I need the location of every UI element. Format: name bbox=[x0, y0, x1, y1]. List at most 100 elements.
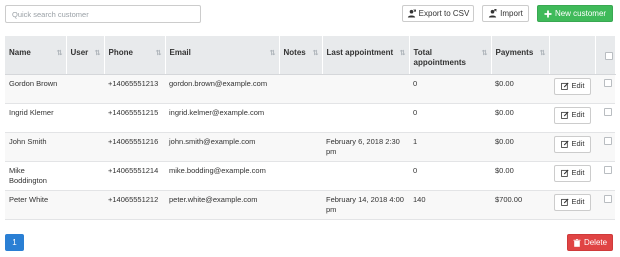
cell-last-appointment: February 14, 2018 4:00 pm bbox=[322, 190, 409, 220]
cell-total-appointments: 0 bbox=[409, 161, 491, 191]
column-header-notes[interactable]: Notes ⇅ bbox=[279, 36, 323, 75]
user-import-icon bbox=[489, 9, 497, 18]
cell-last-appointment bbox=[322, 161, 409, 191]
edit-icon bbox=[560, 140, 569, 148]
cell-name: Mike Boddington bbox=[5, 161, 66, 191]
cell-last-appointment bbox=[322, 74, 409, 104]
table-header-row: Name ⇅ User ⇅ Phone ⇅ Email ⇅ Notes ⇅ Last ap… bbox=[5, 36, 616, 75]
column-header-name[interactable]: Name ⇅ bbox=[5, 36, 67, 75]
export-csv-button[interactable]: Export to CSV bbox=[402, 5, 474, 22]
cell-select bbox=[595, 74, 615, 104]
edit-icon bbox=[560, 111, 569, 119]
edit-button[interactable]: Edit bbox=[554, 164, 591, 182]
cell-user bbox=[66, 190, 104, 220]
cell-total-appointments: 0 bbox=[409, 103, 491, 133]
table-row: Peter White +14065551212 peter.white@exa… bbox=[5, 190, 615, 220]
new-customer-label: New customer bbox=[554, 9, 607, 18]
column-header-last-appointment[interactable]: Last appointment ⇅ bbox=[322, 36, 410, 75]
edit-button[interactable]: Edit bbox=[554, 106, 591, 124]
edit-button[interactable]: Edit bbox=[554, 135, 591, 153]
sort-icon: ⇅ bbox=[269, 50, 276, 57]
cell-user bbox=[66, 103, 104, 133]
cell-notes bbox=[279, 190, 322, 220]
row-checkbox[interactable] bbox=[604, 194, 612, 203]
cell-name: John Smith bbox=[5, 132, 66, 162]
search-input[interactable] bbox=[5, 5, 201, 23]
edit-label: Edit bbox=[571, 139, 585, 148]
cell-actions: Edit bbox=[549, 190, 595, 220]
edit-button[interactable]: Edit bbox=[554, 193, 591, 211]
column-header-email[interactable]: Email ⇅ bbox=[165, 36, 280, 75]
column-header-total-appointments[interactable]: Total appointments ⇅ bbox=[409, 36, 492, 75]
cell-phone: +14065551215 bbox=[104, 103, 165, 133]
cell-total-appointments: 1 bbox=[409, 132, 491, 162]
cell-select bbox=[595, 132, 615, 162]
sort-icon: ⇅ bbox=[155, 50, 162, 57]
cell-user bbox=[66, 161, 104, 191]
cell-name: Gordon Brown bbox=[5, 74, 66, 104]
select-all-checkbox[interactable] bbox=[604, 52, 613, 60]
plus-icon bbox=[544, 10, 552, 17]
cell-notes bbox=[279, 132, 322, 162]
column-header-actions bbox=[549, 36, 596, 75]
sort-icon: ⇅ bbox=[539, 50, 546, 57]
cell-email: ingrid.kelmer@example.com bbox=[165, 103, 279, 133]
cell-name: Ingrid Klemer bbox=[5, 103, 66, 133]
edit-icon bbox=[560, 198, 569, 206]
new-customer-button[interactable]: New customer bbox=[537, 5, 613, 22]
cell-payments: $0.00 bbox=[491, 103, 549, 133]
cell-user bbox=[66, 132, 104, 162]
cell-email: peter.white@example.com bbox=[165, 190, 279, 220]
cell-select bbox=[595, 190, 615, 220]
cell-phone: +14065551212 bbox=[104, 190, 165, 220]
column-header-payments[interactable]: Payments ⇅ bbox=[491, 36, 550, 75]
column-header-email-label: Email bbox=[169, 48, 191, 57]
cell-phone: +14065551216 bbox=[104, 132, 165, 162]
sort-icon: ⇅ bbox=[481, 50, 488, 57]
cell-total-appointments: 0 bbox=[409, 74, 491, 104]
column-header-total-appointments-label: Total appointments bbox=[413, 48, 466, 67]
column-header-payments-label: Payments bbox=[495, 48, 534, 57]
table-row: Gordon Brown +14065551213 gordon.brown@e… bbox=[5, 74, 615, 104]
column-header-phone-label: Phone bbox=[108, 48, 133, 57]
column-header-select bbox=[595, 36, 616, 75]
cell-payments: $0.00 bbox=[491, 161, 549, 191]
customers-table: Name ⇅ User ⇅ Phone ⇅ Email ⇅ Notes ⇅ Last ap… bbox=[5, 36, 616, 220]
edit-button[interactable]: Edit bbox=[554, 77, 591, 95]
table-row: John Smith +14065551216 john.smith@examp… bbox=[5, 132, 615, 162]
cell-notes bbox=[279, 161, 322, 191]
sort-icon: ⇅ bbox=[56, 50, 63, 57]
import-button[interactable]: Import bbox=[482, 5, 529, 22]
cell-actions: Edit bbox=[549, 103, 595, 133]
table-row: Mike Boddington +14065551214 mike.boddin… bbox=[5, 161, 615, 191]
edit-label: Edit bbox=[571, 81, 585, 90]
user-export-icon bbox=[407, 9, 416, 18]
cell-payments: $700.00 bbox=[491, 190, 549, 220]
row-checkbox[interactable] bbox=[604, 78, 612, 87]
cell-email: mike.bodding@example.com bbox=[165, 161, 279, 191]
import-label: Import bbox=[500, 9, 523, 18]
row-checkbox[interactable] bbox=[604, 165, 612, 174]
table-row: Ingrid Klemer +14065551215 ingrid.kelmer… bbox=[5, 103, 615, 133]
cell-select bbox=[595, 161, 615, 191]
delete-label: Delete bbox=[583, 238, 608, 247]
cell-total-appointments: 140 bbox=[409, 190, 491, 220]
column-header-phone[interactable]: Phone ⇅ bbox=[104, 36, 166, 75]
column-header-user[interactable]: User ⇅ bbox=[66, 36, 105, 75]
cell-last-appointment: February 6, 2018 2:30 pm bbox=[322, 132, 409, 162]
cell-actions: Edit bbox=[549, 132, 595, 162]
cell-actions: Edit bbox=[549, 74, 595, 104]
cell-email: john.smith@example.com bbox=[165, 132, 279, 162]
row-checkbox[interactable] bbox=[604, 107, 612, 116]
edit-icon bbox=[560, 169, 569, 177]
edit-label: Edit bbox=[571, 168, 585, 177]
pagination-page-1[interactable]: 1 bbox=[5, 234, 24, 251]
delete-button[interactable]: Delete bbox=[567, 234, 613, 251]
cell-phone: +14065551213 bbox=[104, 74, 165, 104]
edit-icon bbox=[560, 82, 569, 90]
cell-user bbox=[66, 74, 104, 104]
row-checkbox[interactable] bbox=[604, 136, 612, 145]
trash-icon bbox=[573, 238, 581, 247]
cell-notes bbox=[279, 103, 322, 133]
edit-label: Edit bbox=[571, 197, 585, 206]
